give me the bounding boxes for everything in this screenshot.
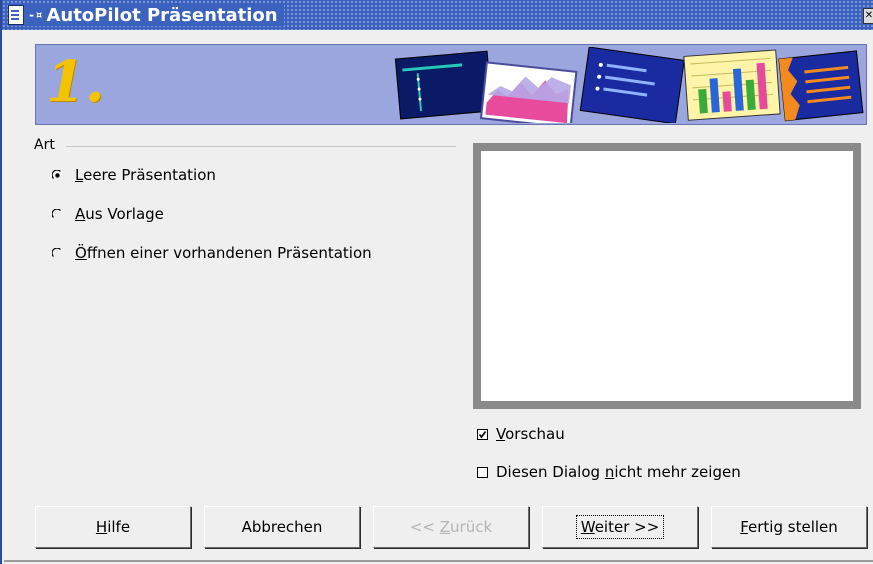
radio-label-vorlage: Aus Vorlage [75,205,164,223]
finish-button[interactable]: Fertig stellen [711,506,867,548]
help-button-label: Hilfe [95,518,131,536]
preview-frame [473,143,861,409]
help-button[interactable]: Hilfe [35,506,191,548]
checkbox-vorschau[interactable]: Vorschau [477,424,565,444]
pin-icon[interactable]: -¤ [28,8,42,22]
group-label-art: Art [34,137,55,153]
preview-area [481,151,853,401]
radio-oeffnen-praesentation[interactable]: Öffnen einer vorhandenen Präsentation [52,242,372,264]
checkbox-checked-icon[interactable] [477,428,488,440]
radio-unchecked-icon[interactable] [52,208,63,220]
cancel-button-label: Abbrechen [241,518,323,536]
checkbox-label-nicht-zeigen: Diesen Dialog nicht mehr zeigen [496,463,741,481]
finish-button-label: Fertig stellen [740,518,838,536]
checkbox-label-vorschau: Vorschau [496,425,565,443]
group-divider [66,146,456,147]
next-button[interactable]: Weiter >> [542,506,698,548]
radio-checked-icon[interactable] [52,169,63,181]
cancel-button[interactable]: Abbrechen [204,506,360,548]
next-button-label: Weiter >> [575,515,665,539]
presentation-illustration [394,47,864,123]
back-button[interactable]: << Zurück [373,506,529,548]
checkbox-dialog-nicht-zeigen[interactable]: Diesen Dialog nicht mehr zeigen [477,462,741,482]
autopilot-dialog: -¤ AutoPilot Präsentation ✕ 1. Art Leere… [0,0,873,564]
radio-leere-praesentation[interactable]: Leere Präsentation [52,164,216,186]
title-group: -¤ AutoPilot Präsentation [8,4,284,26]
back-button-label: << Zurück [409,518,493,536]
window-title: AutoPilot Präsentation [46,4,278,26]
document-icon [8,5,24,25]
close-icon[interactable]: ✕ [863,8,873,24]
window-bottom-border [4,560,873,562]
radio-label-leere: Leere Präsentation [75,166,216,184]
step-number: 1. [46,49,105,115]
title-bar[interactable]: -¤ AutoPilot Präsentation ✕ [2,0,873,30]
radio-unchecked-icon[interactable] [52,247,63,259]
header-banner: 1. [35,44,867,125]
radio-label-oeffnen: Öffnen einer vorhandenen Präsentation [75,244,372,262]
checkbox-unchecked-icon[interactable] [477,466,488,478]
radio-aus-vorlage[interactable]: Aus Vorlage [52,203,164,225]
